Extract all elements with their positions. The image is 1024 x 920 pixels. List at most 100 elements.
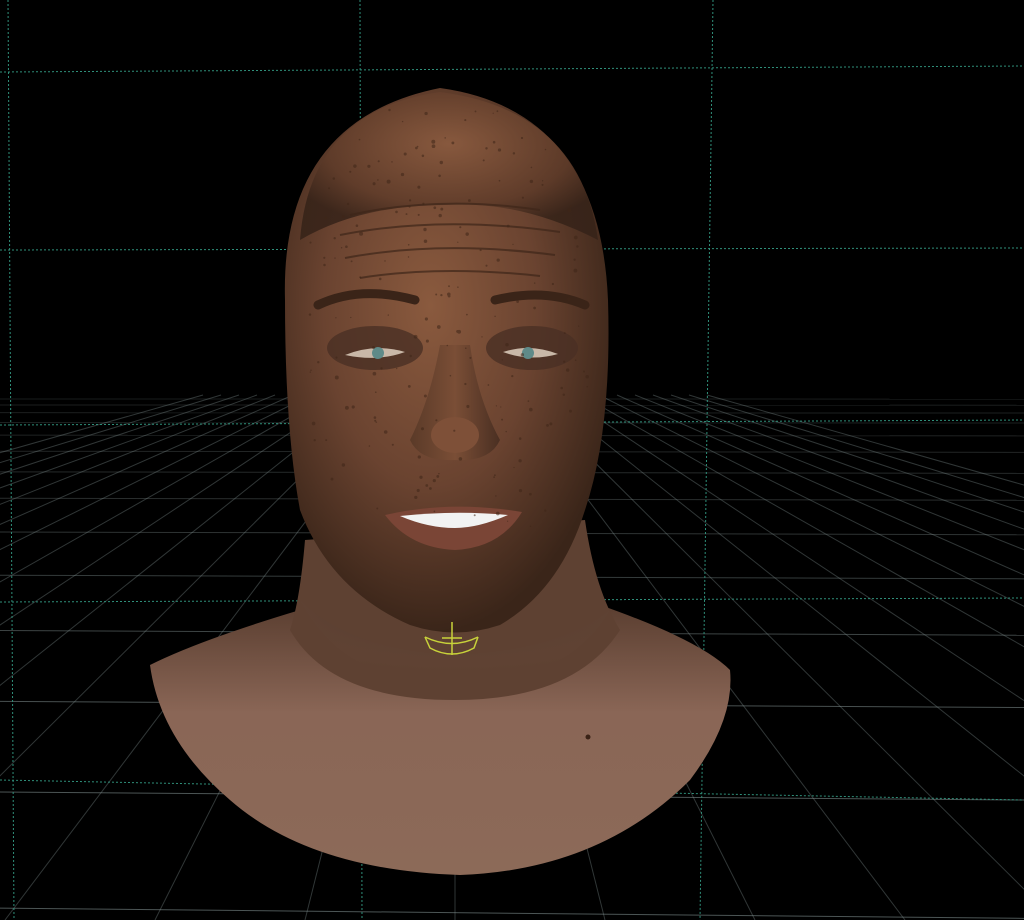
- freckle: [332, 177, 336, 180]
- freckle: [494, 315, 496, 318]
- freckle: [395, 210, 398, 214]
- freckle: [512, 243, 514, 246]
- freckle: [506, 520, 509, 522]
- freckle: [346, 202, 350, 206]
- freckle: [560, 220, 562, 222]
- freckle: [422, 202, 425, 205]
- freckle: [334, 257, 336, 259]
- freckle: [372, 371, 377, 376]
- freckle: [425, 339, 429, 343]
- freckle: [481, 336, 483, 338]
- freckle: [574, 359, 577, 362]
- freckle: [528, 407, 533, 412]
- freckle: [424, 317, 428, 321]
- freckle: [391, 161, 393, 163]
- freckle: [440, 293, 443, 297]
- freckle: [407, 256, 410, 258]
- freckle: [432, 478, 436, 483]
- freckle: [431, 139, 436, 144]
- freckle: [533, 306, 536, 310]
- freckle: [377, 160, 380, 163]
- freckle: [465, 232, 469, 236]
- freckle: [529, 525, 532, 528]
- freckle: [350, 316, 352, 319]
- freckle: [405, 213, 408, 216]
- freckle: [335, 317, 337, 319]
- freckle: [359, 231, 364, 236]
- freckle: [457, 241, 459, 243]
- freckle: [506, 224, 510, 228]
- 3d-viewport[interactable]: [0, 0, 1024, 920]
- freckle: [544, 509, 547, 512]
- skin-mole: [585, 734, 591, 740]
- freckle: [529, 492, 532, 496]
- freckle: [436, 325, 441, 329]
- freckle: [485, 264, 488, 267]
- freckle: [351, 405, 355, 409]
- freckle: [355, 224, 359, 227]
- freckle: [493, 474, 496, 477]
- guide-grid-line: [699, 0, 714, 920]
- freckle: [458, 457, 463, 461]
- freckle: [497, 148, 502, 152]
- freckle: [518, 437, 522, 440]
- freckle: [505, 430, 507, 433]
- freckle: [474, 110, 477, 113]
- freckle: [438, 213, 442, 218]
- freckle: [573, 258, 576, 261]
- freckle: [436, 474, 440, 478]
- freckle: [565, 368, 570, 372]
- freckle: [372, 346, 375, 349]
- freckle: [391, 443, 394, 446]
- freckle: [482, 159, 485, 162]
- freckle: [400, 172, 405, 177]
- freckle: [459, 226, 462, 229]
- freckle: [493, 476, 495, 478]
- freckle: [512, 152, 516, 155]
- freckle: [433, 510, 436, 513]
- freckle: [501, 418, 504, 421]
- freckle: [516, 300, 519, 303]
- freckle: [498, 179, 501, 182]
- freckle: [380, 367, 383, 370]
- freckle: [551, 282, 555, 286]
- freckle: [408, 205, 411, 208]
- freckle: [576, 245, 579, 248]
- freckle: [420, 427, 425, 431]
- freckle: [368, 445, 371, 447]
- freckle: [573, 235, 578, 240]
- nose-tip: [431, 417, 479, 453]
- freckle: [583, 370, 585, 373]
- freckle: [521, 196, 524, 199]
- freckle: [466, 404, 470, 409]
- freckle: [384, 260, 386, 262]
- freckle: [373, 416, 377, 419]
- freckle: [533, 282, 536, 284]
- freckle: [464, 382, 467, 386]
- freckle: [541, 183, 544, 186]
- freckle: [469, 356, 472, 359]
- freckle: [549, 422, 553, 426]
- freckle: [358, 138, 361, 141]
- freckle: [451, 141, 455, 145]
- head-model[interactable]: [150, 88, 731, 875]
- freckle: [407, 384, 411, 388]
- freckle: [376, 507, 379, 510]
- freckle: [376, 294, 380, 298]
- freckle: [359, 276, 362, 279]
- freckle: [425, 484, 429, 487]
- freckle: [334, 375, 339, 380]
- freckle: [330, 477, 334, 481]
- freckle: [505, 342, 509, 347]
- freckle: [464, 119, 467, 122]
- freckle: [438, 472, 440, 475]
- freckle: [435, 293, 438, 296]
- freckle: [415, 146, 418, 150]
- freckle: [317, 360, 320, 364]
- freckle: [309, 371, 312, 373]
- freckle: [367, 164, 371, 168]
- freckle: [444, 137, 446, 139]
- freckle: [529, 179, 534, 184]
- freckle: [446, 344, 449, 347]
- viewport-canvas[interactable]: [0, 0, 1024, 920]
